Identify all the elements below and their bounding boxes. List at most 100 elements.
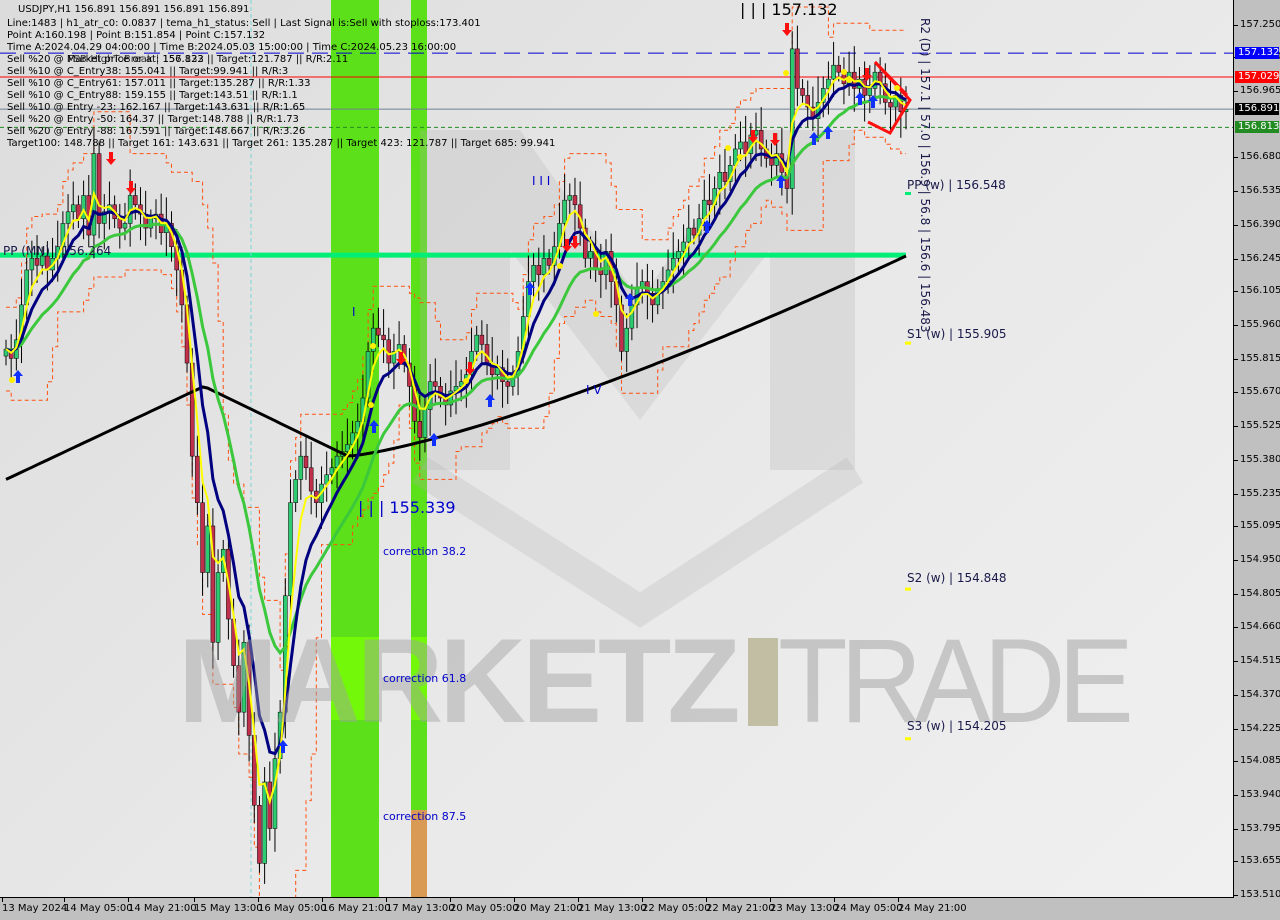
target-label: 156.813 [1235,121,1279,134]
x-tick-label: 20 May 05:00 [450,898,519,914]
info-line-9: Sell %20 @ Entry -50: 164.37 || Target:1… [7,114,299,125]
y-tick-label: 156.535 [1233,185,1280,196]
candle-bear [381,334,386,341]
candle [8,334,14,379]
s2-weekly-label: S2 (w) | 154.848 [907,571,1007,585]
candle-bull [867,88,873,96]
r2-daily-vertical-label: R2 (D) | 157.1 | 57.0 | 156.9 | 56.8 | 1… [918,18,932,333]
y-tick-label: 156.105 [1233,285,1280,297]
star-marker-icon [463,378,469,384]
x-tick-label: 15 May 13:00 [194,898,263,914]
y-tick-label: 155.525 [1233,420,1280,432]
y-tick-label: 156.965 [1233,84,1280,96]
candle [200,476,205,596]
candle-bull [541,258,547,275]
star-marker-icon [846,77,852,83]
star-marker-icon [894,85,900,91]
candle-bull [676,251,681,259]
wave-3-bottom-label: | | | 155.339 [358,498,456,517]
x-tick-label: 24 May 21:00 [898,898,967,914]
info-line-4: Sell %20 @ Market price or at: 156.823 |… [7,54,349,65]
candle-bear [479,334,485,345]
y-tick-label: 157.250 [1233,18,1280,30]
s3-weekly-label: S3 (w) | 154.205 [907,719,1007,733]
y-tick-label: 155.235 [1233,487,1280,499]
candle [257,795,262,873]
candle-bull [122,223,128,229]
candle-bull [681,241,686,252]
candle-bull [562,199,567,224]
candle-bull [531,265,536,282]
candle-bear [722,171,728,182]
entry-label: 157.029 [1235,71,1279,84]
candle [391,333,397,390]
info-line-1: Line:1483 | h1_atr_c0: 0.0837 | tema_h1_… [7,18,481,29]
x-tick-label: 24 May 05:00 [834,898,903,914]
y-tick-label: 154.225 [1233,722,1280,734]
candle-bull [831,64,836,80]
info-line-5: Sell %10 @ C_Entry38: 155.041 || Target:… [7,66,289,77]
candle-bull [345,444,350,452]
candle-bear [117,218,123,229]
candle [96,141,102,239]
candle-bull [65,211,71,224]
candle-bear [800,88,805,96]
candle-bull [298,455,304,480]
correction-zone-1 [331,0,379,897]
candle-bear [376,327,381,336]
wave-iv-label: I V [586,383,602,397]
candle-bear [34,258,40,266]
candle-bull [422,409,428,438]
star-marker-icon [370,343,376,349]
candle-bull [272,758,278,829]
candle-bear [505,381,510,387]
candle-bear [546,258,552,266]
candle-bear [267,781,273,829]
star-marker-icon [737,154,743,160]
candle-bear [795,48,800,89]
candle-bear [836,64,842,73]
candle-bull [717,171,723,189]
candle [800,79,805,105]
price-axis[interactable]: 157.250157.110156.965156.680156.535156.3… [1233,0,1280,920]
info-line-7: Sell %10 @ C_Entry88: 159.155 || Target:… [7,90,298,101]
pp-monthly-label: PP (MN) | 156.264 [3,244,112,258]
info-line-11: Target100: 148.788 || Target 161: 143.63… [7,138,556,149]
correction-zone-3 [411,810,427,897]
candle-bear [308,467,314,492]
candle-bear [257,804,262,864]
x-tick-label: 20 May 21:00 [514,898,583,914]
candle-bear [572,195,578,206]
y-tick-label: 156.680 [1233,151,1280,163]
x-tick-label: 21 May 13:00 [578,898,647,914]
candle-bear [707,199,712,206]
y-tick-label: 156.245 [1233,252,1280,264]
candle-bull [262,781,267,864]
candle [846,51,852,96]
candle [298,441,304,500]
wave-iii-label: I I I [532,174,551,188]
candle [3,339,9,366]
candle-bear [195,455,200,503]
candle-bear [417,420,423,438]
pivot-marker [905,341,911,345]
y-tick-label: 153.795 [1233,822,1280,834]
sell-arrow-icon [782,23,792,36]
candle-bear [536,265,542,275]
info-line-2: Point A:160.198 | Point B:151.854 | Poin… [7,30,266,41]
candle [381,309,386,364]
candle [107,181,112,230]
candle [65,194,71,250]
chart-area[interactable]: MARKETZ TRADE USDJPY,H1 156.891 156.891 … [0,0,1234,898]
candle-bull [81,195,86,220]
candle [888,76,893,131]
candle-bull [567,195,573,201]
candle-bull [738,141,743,150]
x-tick-label: 13 May 2024 [2,898,68,914]
y-tick-label: 156.390 [1233,218,1280,230]
watermark-bar [748,638,778,726]
candle [510,365,516,396]
candle [308,441,314,515]
x-tick-label: 17 May 13:00 [386,898,455,914]
candle-bull [293,479,298,503]
